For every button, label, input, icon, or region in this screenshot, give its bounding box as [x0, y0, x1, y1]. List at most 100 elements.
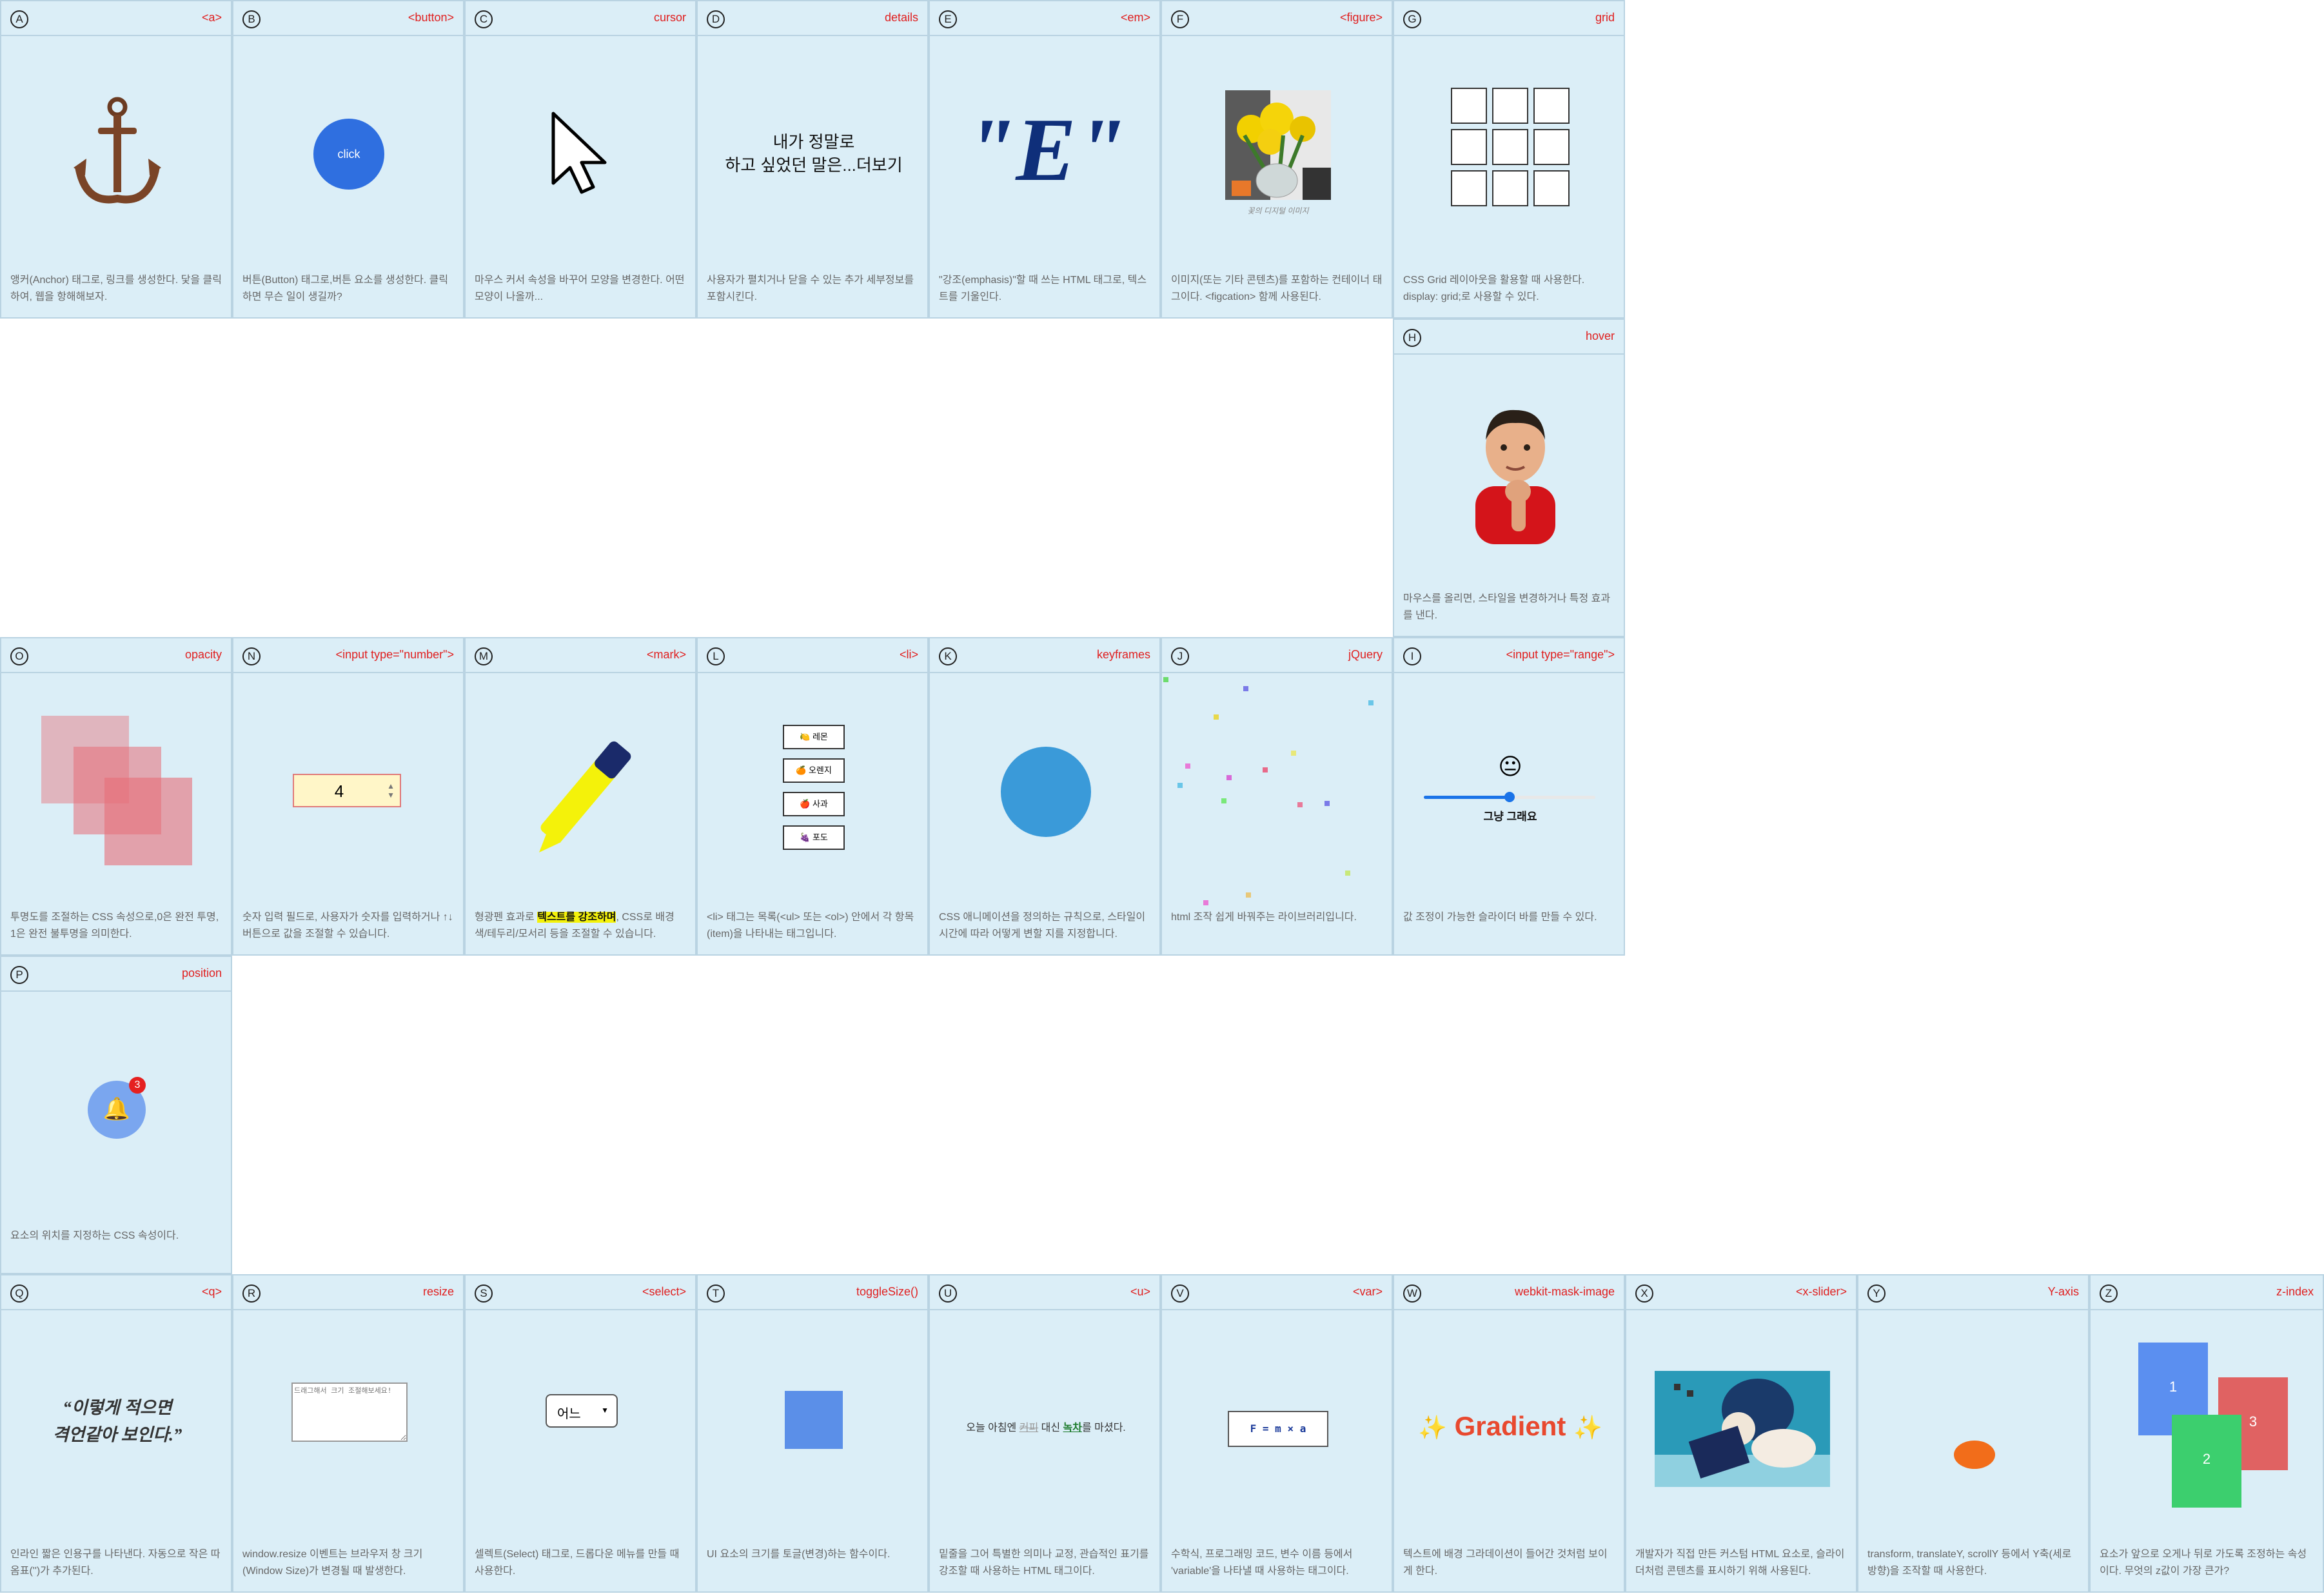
highlighter-icon[interactable]	[530, 720, 633, 861]
grid-cell	[1451, 88, 1487, 124]
z-box-2[interactable]: 2	[2172, 1415, 2241, 1508]
card-tag: <x-slider>	[1795, 1285, 1847, 1298]
card-description: 요소의 위치를 지정하는 CSS 속성이다.	[10, 1230, 179, 1241]
card-k[interactable]: K keyframes CSS 애니메이션을 정의하는 규칙으로, 스타일이 시…	[929, 637, 1161, 956]
card-header: P position	[1, 957, 231, 992]
card-tag: <a>	[201, 11, 222, 24]
card-y[interactable]: Y Y-axis transform, translateY, scrollY …	[1857, 1274, 2089, 1593]
card-tag: keyframes	[1096, 648, 1150, 661]
card-header: M <mark>	[466, 638, 695, 673]
sparkle-icon: ✨	[1573, 1414, 1602, 1441]
slider-label: 그냥 그래요	[1483, 811, 1537, 823]
card-q[interactable]: Q <q> “이렇게 적으면 격언같아 보인다.” 인라인 짧은 인용구를 나타…	[0, 1274, 232, 1593]
card-e[interactable]: E <em> "E" "강조(emphasis)"할 때 쓰는 HTML 태그로…	[929, 0, 1161, 319]
card-z[interactable]: Z z-index 1 2 3 요소가 앞으로 오게나 뒤로 가도록 조정하는 …	[2089, 1274, 2324, 1593]
card-s[interactable]: S <select> 어느 ▼ 셀렉트(Select) 태그로, 드롭다운 메뉴…	[464, 1274, 696, 1593]
range-slider[interactable]	[1424, 791, 1595, 803]
card-description: 밑줄을 그어 특별한 의미나 교정, 관습적인 표기를 강조할 때 사용하는 H…	[939, 1549, 1149, 1577]
card-m[interactable]: M <mark> 형광펜 효과로 텍스트를 강조하며, CSS로 배경색/테두리…	[464, 637, 696, 956]
card-tag: <q>	[201, 1285, 222, 1298]
card-letter: E	[939, 10, 957, 28]
card-stage: 꽃의 디지털 이미지	[1162, 37, 1392, 270]
sparkle-icon: ✨	[1418, 1414, 1447, 1441]
card-header: Z z-index	[2091, 1275, 2323, 1310]
card-letter: Q	[10, 1284, 28, 1303]
card-description: 마우스 커서 속성을 바꾸어 모양을 변경한다. 어떤 모양이 나올까...	[475, 275, 685, 302]
select-dropdown[interactable]: 어느 ▼	[546, 1394, 618, 1428]
card-letter: F	[1171, 10, 1189, 28]
card-description: 마우스를 올리면, 스타일을 변경하거나 특정 효과를 낸다.	[1403, 593, 1611, 621]
card-p[interactable]: P position 🔔 3 요소의 위치를 지정하는 CSS 속성이다.	[0, 956, 232, 1274]
quote-line-2: 격언같아 보인다.”	[52, 1425, 182, 1444]
card-t[interactable]: T toggleSize() UI 요소의 크기를 토글(변경)하는 함수이다.	[696, 1274, 929, 1593]
card-tag: opacity	[184, 648, 222, 661]
grid-cell	[1492, 129, 1528, 165]
list-item[interactable]: 🍇 포도	[783, 825, 845, 850]
card-o[interactable]: O opacity 투명도를 조절하는 CSS 속성으로,0은 완전 투명, 1…	[0, 637, 232, 956]
quote-line-1: “이렇게 적으면	[63, 1398, 172, 1417]
formula-box: F = m × a	[1228, 1411, 1328, 1447]
card-letter: K	[939, 647, 957, 665]
card-h[interactable]: H hover 마우스를 올리면, 스타일을 변경하거나 특정 효과를 낸다.	[1393, 319, 1625, 637]
card-u[interactable]: U <u> 오늘 아침엔 커피 대신 녹차를 마셨다. 밑줄을 그어 특별한 의…	[929, 1274, 1161, 1593]
number-input[interactable]: 4 ▲ ▼	[293, 774, 401, 807]
card-i[interactable]: I <input type="range"> 😐 그냥 그래요 값 조정이 가능…	[1393, 637, 1625, 956]
card-letter: M	[475, 647, 493, 665]
card-letter: O	[10, 647, 28, 665]
details-summary[interactable]: 내가 정말로 하고 싶었던 말은...더보기	[698, 130, 927, 177]
card-description: 형광펜 효과로 텍스트를 강조하며, CSS로 배경색/테두리/모서리 등을 조…	[475, 909, 686, 945]
grid-cell	[1451, 129, 1487, 165]
card-n[interactable]: N <input type="number"> 4 ▲ ▼ 숫자 입력 필드로, …	[232, 637, 464, 956]
card-d[interactable]: D details 내가 정말로 하고 싶었던 말은...더보기 사용자가 펼치…	[696, 0, 929, 319]
card-header: O opacity	[1, 638, 231, 673]
card-description: 요소가 앞으로 오게나 뒤로 가도록 조정하는 속성이다. 무엇의 z값이 가장…	[2100, 1549, 2307, 1577]
thinking-boy-photo[interactable]	[1462, 402, 1566, 544]
grid-cell	[1533, 88, 1570, 124]
y-axis-ball	[1954, 1441, 1995, 1469]
card-v[interactable]: V <var> F = m × a 수학식, 프로그래밍 코드, 변수 이름 등…	[1161, 1274, 1393, 1593]
click-button[interactable]: click	[313, 119, 384, 190]
card-header: I <input type="range">	[1394, 638, 1624, 673]
confetti-particles	[1163, 677, 1374, 905]
card-l[interactable]: L <li> 🍋 레몬 🍊 오렌지 🍎 사과 🍇 포도 <li> 태그는 목록(…	[696, 637, 929, 956]
card-tag: webkit-mask-image	[1514, 1285, 1615, 1298]
card-tag: <figure>	[1339, 11, 1383, 24]
cursor-arrow-icon[interactable]	[551, 111, 609, 195]
quote-text: “이렇게 적으면 격언같아 보인다.”	[1, 1394, 231, 1448]
list-item[interactable]: 🍊 오렌지	[783, 758, 845, 783]
card-x[interactable]: X <x-slider> 개발자가 직접 만든 커스텀 HTML 요소로, 슬라…	[1625, 1274, 1857, 1593]
card-tag: <em>	[1120, 11, 1150, 24]
card-header: J jQuery	[1162, 638, 1392, 673]
underlined-word: 녹차	[1063, 1422, 1082, 1433]
resize-textarea[interactable]	[291, 1382, 408, 1442]
card-header: Y Y-axis	[1858, 1275, 2088, 1310]
card-g[interactable]: G grid CSS Grid 레이아웃을 활용할 때 사용한다. displa…	[1393, 0, 1625, 319]
card-description: 숫자 입력 필드로, 사용자가 숫자를 입력하거나 ↑↓ 버튼으로 값을 조절할…	[242, 912, 453, 940]
list-item[interactable]: 🍎 사과	[783, 792, 845, 816]
card-c[interactable]: C cursor 마우스 커서 속성을 바꾸어 모양을 변경한다. 어떤 모양이…	[464, 0, 696, 319]
card-f[interactable]: F <figure> 꽃의 디지털 이미지 이미지(또는 기타 콘텐츠)를 포함…	[1161, 0, 1393, 319]
mark-text: 텍스트를 강조하며	[537, 912, 616, 923]
card-header: U <u>	[930, 1275, 1159, 1310]
card-tag: grid	[1595, 11, 1615, 24]
slider-photo[interactable]	[1655, 1371, 1830, 1487]
card-a[interactable]: A <a> 앵커(Anchor) 태그로, 링크를 생성한다. 닻을 클릭하여,…	[0, 0, 232, 319]
card-w[interactable]: W webkit-mask-image ✨ Gradient ✨ 텍스트에 배경…	[1393, 1274, 1625, 1593]
card-j[interactable]: J jQuery html 조작 쉽게 바꿔주는 라이브러리입니다.	[1161, 637, 1393, 956]
card-header: R resize	[233, 1275, 463, 1310]
card-b[interactable]: B <button> click 버튼(Button) 태그로,버튼 요소를 생…	[232, 0, 464, 319]
card-stage: 1 2 3	[2091, 1312, 2323, 1544]
spinner-icon[interactable]: ▲ ▼	[387, 782, 395, 800]
toggle-size-box[interactable]	[785, 1391, 843, 1449]
card-description: "강조(emphasis)"할 때 쓰는 HTML 태그로, 텍스트를 기울인다…	[939, 275, 1147, 302]
anchor-icon[interactable]	[72, 95, 162, 212]
card-tag: <button>	[408, 11, 454, 24]
card-tag: <li>	[899, 648, 918, 661]
card-tag: resize	[422, 1285, 454, 1298]
notification-bell-button[interactable]: 🔔 3	[88, 1077, 146, 1139]
card-letter: V	[1171, 1284, 1189, 1303]
card-r[interactable]: R resize window.resize 이벤트는 브라우저 창 크기(Wi…	[232, 1274, 464, 1593]
slider-thumb[interactable]	[1504, 792, 1515, 802]
list-item[interactable]: 🍋 레몬	[783, 725, 845, 749]
card-letter: S	[475, 1284, 493, 1303]
